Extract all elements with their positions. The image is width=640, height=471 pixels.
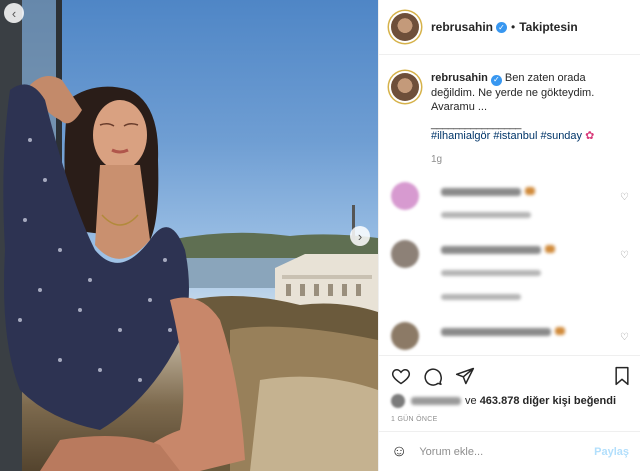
- separator-dot: •: [511, 20, 516, 34]
- post-header: rebrusahin ✓ • Takiptesin: [379, 0, 640, 55]
- like-heart-icon[interactable]: [391, 366, 411, 386]
- verified-icon: ✓: [490, 74, 502, 86]
- author-avatar[interactable]: [391, 13, 419, 41]
- comment-like-icon[interactable]: ♡: [620, 192, 629, 203]
- commenter-avatar[interactable]: [391, 182, 419, 210]
- verified-icon: ✓: [496, 21, 508, 33]
- post-caption: rebrusahin ✓ Ben zaten orada değildim. Ne…: [379, 55, 640, 167]
- photo-illustration: [0, 0, 378, 471]
- commenter-avatar[interactable]: [391, 322, 419, 350]
- blurred-emoji: [525, 187, 535, 195]
- caption-author-avatar[interactable]: [391, 73, 419, 101]
- blurred-emoji: [545, 245, 555, 253]
- blurred-comment-text: [441, 328, 551, 336]
- post-comment-button[interactable]: Paylaş: [594, 446, 629, 458]
- author-username[interactable]: rebrusahin: [431, 20, 493, 34]
- comment-like-icon[interactable]: ♡: [620, 332, 629, 343]
- post-photo[interactable]: ‹ ›: [0, 0, 378, 471]
- save-bookmark-icon[interactable]: [613, 366, 631, 386]
- blurred-comment-meta: [441, 270, 541, 276]
- caption-text-2: değildim. Ne yerde ne gökteydim.: [431, 86, 595, 99]
- following-button[interactable]: Takiptesin: [519, 20, 577, 34]
- caption-username[interactable]: rebrusahin: [431, 72, 488, 84]
- share-paper-plane-icon[interactable]: [455, 366, 475, 386]
- comment-item: ♡: [391, 182, 629, 240]
- blurred-emoji: [555, 327, 565, 335]
- chevron-right-icon: ›: [357, 228, 363, 244]
- chevron-left-icon: ‹: [11, 5, 17, 21]
- blurred-comment-text: [441, 246, 541, 254]
- next-photo-button[interactable]: ›: [350, 226, 370, 246]
- blurred-comment-text: [441, 188, 521, 196]
- blurred-view-replies[interactable]: [441, 294, 521, 300]
- likes-count[interactable]: 463.878: [480, 395, 520, 407]
- liker-avatar[interactable]: [391, 394, 405, 408]
- post-side-panel: rebrusahin ✓ • Takiptesin rebrusahin ✓ Be…: [378, 0, 640, 471]
- caption-divider: ________________: [431, 117, 521, 130]
- caption-hashtags[interactable]: #ilhamialgör #istanbul #sunday: [431, 130, 582, 142]
- caption-time[interactable]: 1g: [431, 153, 628, 167]
- previous-photo-button[interactable]: ‹: [4, 3, 24, 23]
- post-date[interactable]: 1 GÜN ÖNCE: [379, 408, 640, 423]
- caption-text-3: Avaramu ...: [431, 100, 488, 113]
- add-comment-bar: ☺ Yorum ekle... Paylaş: [379, 431, 640, 471]
- comment-input[interactable]: Yorum ekle...: [419, 446, 594, 458]
- blurred-liker-name[interactable]: [411, 397, 461, 405]
- likes-prefix: ve: [465, 395, 477, 407]
- action-bar: [379, 356, 640, 390]
- likes-suffix[interactable]: diğer kişi beğendi: [523, 395, 617, 407]
- comment-bubble-icon[interactable]: [423, 366, 443, 386]
- caption-text-1: Ben zaten orada: [504, 72, 586, 84]
- emoji-icon[interactable]: ☺: [391, 443, 407, 461]
- comment-item: ♡: [391, 240, 629, 300]
- commenter-avatar[interactable]: [391, 240, 419, 268]
- likes-summary: ve 463.878 diğer kişi beğendi: [379, 390, 640, 408]
- flower-icon: ✿: [585, 129, 595, 142]
- comment-like-icon[interactable]: ♡: [620, 250, 629, 261]
- blurred-comment-meta: [441, 212, 531, 218]
- post-actions-area: ve 463.878 diğer kişi beğendi 1 GÜN ÖNCE…: [379, 355, 640, 471]
